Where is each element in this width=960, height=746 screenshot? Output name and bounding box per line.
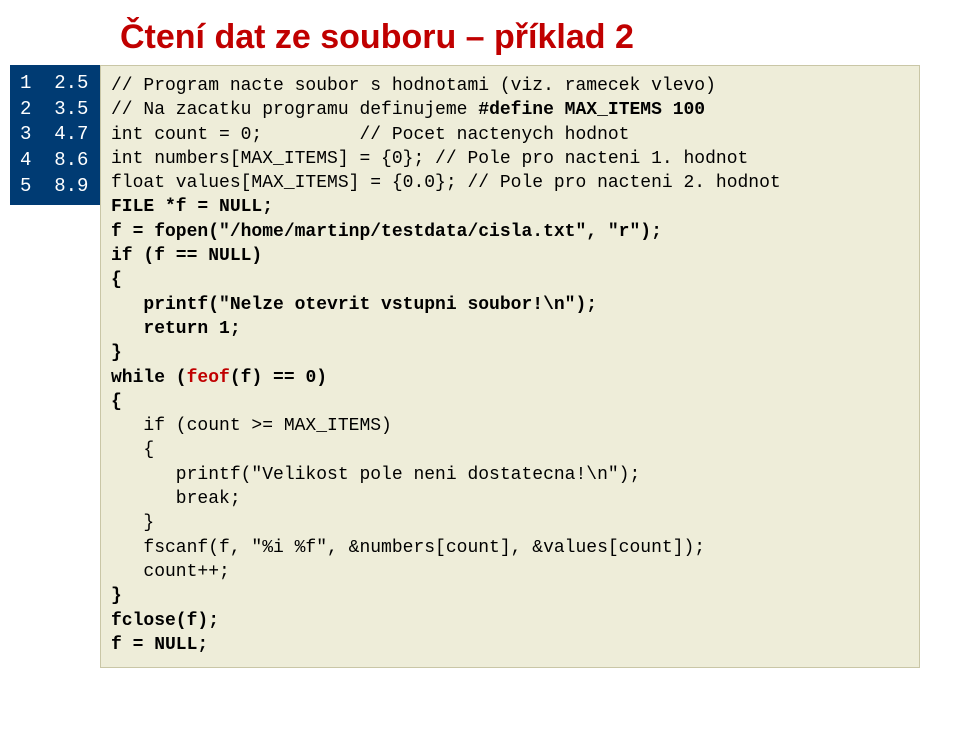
code-listing: // Program nacte soubor s hodnotami (viz…: [100, 65, 920, 668]
code-line: count++;: [111, 560, 909, 584]
code-line: int numbers[MAX_ITEMS] = {0}; // Pole pr…: [111, 147, 909, 171]
code-line: FILE *f = NULL;: [111, 195, 909, 219]
code-line: while (feof(f) == 0): [111, 366, 909, 390]
code-line: fscanf(f, "%i %f", &numbers[count], &val…: [111, 536, 909, 560]
code-line: float values[MAX_ITEMS] = {0.0}; // Pole…: [111, 171, 909, 195]
code-line: f = NULL;: [111, 633, 909, 657]
code-line: // Program nacte soubor s hodnotami (viz…: [111, 74, 909, 98]
input-file-sample: 1 2.5 2 3.5 3 4.7 4 8.6 5 8.9: [10, 65, 100, 205]
code-line: {: [111, 390, 909, 414]
code-line: }: [111, 511, 909, 535]
code-line: }: [111, 584, 909, 608]
code-line: f = fopen("/home/martinp/testdata/cisla.…: [111, 220, 909, 244]
content-row: 1 2.5 2 3.5 3 4.7 4 8.6 5 8.9 // Program…: [0, 61, 960, 668]
code-line: if (f == NULL): [111, 244, 909, 268]
page-title: Čtení dat ze souboru – příklad 2: [0, 0, 960, 61]
code-line: printf("Velikost pole neni dostatecna!\n…: [111, 463, 909, 487]
code-line: break;: [111, 487, 909, 511]
code-line: // Na zacatku programu definujeme #defin…: [111, 98, 909, 122]
code-line: {: [111, 438, 909, 462]
code-line: }: [111, 341, 909, 365]
code-line: if (count >= MAX_ITEMS): [111, 414, 909, 438]
code-line: int count = 0; // Pocet nactenych hodnot: [111, 123, 909, 147]
code-line: return 1;: [111, 317, 909, 341]
code-line: printf("Nelze otevrit vstupni soubor!\n"…: [111, 293, 909, 317]
code-line: fclose(f);: [111, 609, 909, 633]
code-line: {: [111, 268, 909, 292]
